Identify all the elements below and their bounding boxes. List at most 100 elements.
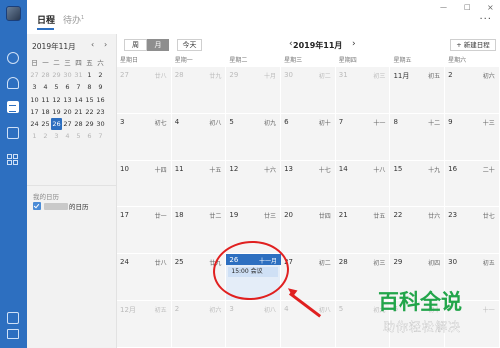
mini-day[interactable]: 3: [51, 130, 62, 142]
mini-day[interactable]: 7: [95, 130, 106, 142]
mini-day[interactable]: 2: [40, 130, 51, 142]
mini-day[interactable]: 10: [29, 94, 40, 106]
menu-icon[interactable]: [7, 329, 19, 339]
mini-day[interactable]: 18: [40, 106, 51, 118]
mini-day[interactable]: 2: [95, 69, 106, 81]
day-cell[interactable]: 3 初七: [117, 113, 172, 161]
new-event-button[interactable]: + 新建日程: [450, 39, 496, 51]
day-cell[interactable]: 27 廿八: [117, 67, 172, 114]
minimize-button[interactable]: —: [440, 3, 447, 11]
mini-day[interactable]: 13: [62, 94, 73, 106]
mini-day[interactable]: 30: [62, 69, 73, 81]
more-options-icon[interactable]: ···: [479, 14, 492, 25]
document-icon[interactable]: [7, 127, 19, 139]
mini-day[interactable]: 5: [51, 81, 62, 93]
chat-icon[interactable]: [7, 52, 19, 64]
mini-day[interactable]: 19: [51, 106, 62, 118]
day-cell[interactable]: 29 十月: [226, 67, 282, 114]
mini-prev-month-button[interactable]: ‹: [91, 40, 94, 49]
day-cell[interactable]: 8 十二: [390, 113, 446, 161]
month-view-button[interactable]: 月: [147, 39, 169, 51]
day-cell[interactable]: 17 廿一: [117, 207, 172, 255]
mini-day[interactable]: 25: [40, 118, 51, 130]
day-cell[interactable]: 5 初九: [226, 113, 282, 161]
mini-day[interactable]: 17: [29, 106, 40, 118]
tab-todo[interactable]: 待办1: [63, 13, 84, 26]
calendar-icon[interactable]: [7, 101, 19, 113]
day-cell[interactable]: 7 十一: [335, 113, 391, 161]
mini-day[interactable]: 26: [51, 117, 62, 131]
mini-next-month-button[interactable]: ›: [104, 40, 107, 49]
close-button[interactable]: ×: [487, 3, 494, 12]
mini-day[interactable]: 6: [62, 81, 73, 93]
mini-day[interactable]: 30: [95, 118, 106, 130]
day-cell[interactable]: 31 初三: [335, 67, 391, 114]
day-cell[interactable]: 6 初十: [281, 113, 336, 161]
mini-day[interactable]: 21: [73, 106, 84, 118]
tab-schedule[interactable]: 日程: [37, 13, 55, 26]
day-number: 27: [120, 71, 129, 79]
mini-day[interactable]: 31: [73, 69, 84, 81]
mini-day[interactable]: 6: [84, 130, 95, 142]
day-cell[interactable]: 14 十八: [335, 160, 391, 208]
maximize-button[interactable]: □: [464, 3, 471, 11]
mini-day[interactable]: 29: [51, 69, 62, 81]
lunar-date: 初二: [318, 260, 331, 268]
day-cell[interactable]: 11 十五: [171, 160, 227, 208]
day-cell[interactable]: 3 初八: [226, 300, 282, 348]
day-cell[interactable]: 2 初六: [445, 67, 500, 114]
mini-day[interactable]: 1: [84, 69, 95, 81]
day-cell[interactable]: 12 十六: [226, 160, 282, 208]
day-cell[interactable]: 16 二十: [445, 160, 500, 208]
mini-day[interactable]: 8: [84, 81, 95, 93]
day-cell[interactable]: 4 初八: [171, 113, 227, 161]
day-cell[interactable]: 24 廿八: [117, 254, 172, 301]
day-cell[interactable]: 21 廿五: [335, 207, 391, 255]
day-cell[interactable]: 18 廿二: [171, 207, 227, 255]
mini-day[interactable]: 27: [62, 118, 73, 130]
apps-icon[interactable]: [7, 154, 19, 166]
week-view-button[interactable]: 周: [124, 39, 147, 51]
mini-day[interactable]: 7: [73, 81, 84, 93]
day-cell[interactable]: 23 廿七: [445, 207, 500, 255]
day-cell[interactable]: 12月 初五: [117, 300, 172, 348]
calendar-checkbox[interactable]: [33, 202, 41, 210]
avatar[interactable]: [6, 6, 21, 21]
mini-day[interactable]: 3: [29, 81, 40, 93]
day-cell[interactable]: 15 十九: [390, 160, 446, 208]
mini-day[interactable]: 5: [73, 130, 84, 142]
day-cell[interactable]: 13 十七: [281, 160, 336, 208]
day-cell[interactable]: 20 廿四: [281, 207, 336, 255]
day-cell[interactable]: 30 初二: [281, 67, 336, 114]
mini-day[interactable]: 27: [29, 69, 40, 81]
notes-icon[interactable]: [7, 312, 19, 324]
mini-day[interactable]: 12: [51, 94, 62, 106]
day-cell[interactable]: 10 十四: [117, 160, 172, 208]
mini-day[interactable]: 16: [95, 94, 106, 106]
mini-day[interactable]: 4: [62, 130, 73, 142]
mini-day[interactable]: 4: [40, 81, 51, 93]
mini-day[interactable]: 23: [95, 106, 106, 118]
mini-day[interactable]: 28: [40, 69, 51, 81]
mini-day[interactable]: 14: [73, 94, 84, 106]
mini-day[interactable]: 22: [84, 106, 95, 118]
calendar-list-item[interactable]: 的日历: [33, 201, 89, 211]
mini-day[interactable]: 29: [84, 118, 95, 130]
next-month-button[interactable]: ›: [352, 39, 356, 49]
mini-day[interactable]: 24: [29, 118, 40, 130]
contacts-icon[interactable]: [7, 77, 19, 89]
day-cell[interactable]: 9 十三: [445, 113, 500, 161]
day-cell[interactable]: 2 初六: [171, 300, 227, 348]
day-cell[interactable]: 22 廿六: [390, 207, 446, 255]
mini-day[interactable]: 9: [95, 81, 106, 93]
mini-day[interactable]: 20: [62, 106, 73, 118]
mini-day[interactable]: 1: [29, 130, 40, 142]
mini-day[interactable]: 28: [73, 118, 84, 130]
mini-day[interactable]: 11: [40, 94, 51, 106]
today-button[interactable]: 今天: [177, 39, 202, 51]
day-cell[interactable]: 11月 初五: [390, 67, 446, 114]
day-cell[interactable]: 28 廿九: [171, 67, 227, 114]
blurred-username: [44, 202, 68, 210]
mini-day[interactable]: 15: [84, 94, 95, 106]
lunar-date: 十二: [428, 119, 441, 127]
